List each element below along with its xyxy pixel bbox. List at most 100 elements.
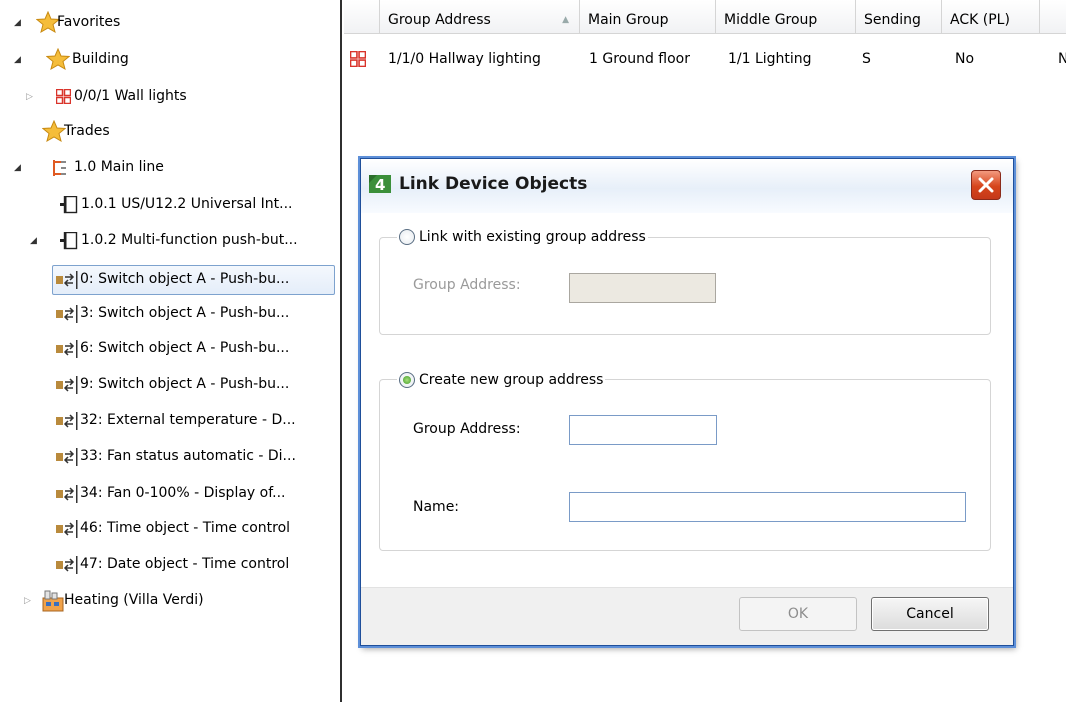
close-button[interactable]: [971, 170, 1001, 200]
collapsed-arrow-icon[interactable]: ▷: [26, 92, 36, 102]
tree-item-label: 0: Switch object A - Push-bu...: [80, 271, 290, 287]
cell-group-address: 1/1/0 Hallway lighting: [388, 51, 541, 67]
tree-item-label: Heating (Villa Verdi): [64, 592, 204, 608]
option-existing-address[interactable]: Link with existing group address: [397, 226, 648, 248]
communication-object-icon: [56, 376, 78, 394]
cell-sending: S: [862, 51, 871, 67]
tree-item-label: 1.0.1 US/U12.2 Universal Int...: [81, 196, 293, 212]
tree-item-device-1-0-2[interactable]: ◢ 1.0.2 Multi-function push-but...: [0, 228, 330, 254]
option-new-label: Create new group address: [419, 372, 604, 388]
column-header-sending[interactable]: Sending: [856, 0, 942, 34]
communication-object-icon: [56, 340, 78, 358]
tree-item-object-32[interactable]: 32: External temperature - D...: [0, 408, 330, 434]
tree-item-object-33[interactable]: 33: Fan status automatic - Di...: [0, 444, 330, 470]
close-icon: [978, 177, 994, 193]
line-icon: [53, 160, 66, 176]
tree-item-object-6[interactable]: 6: Switch object A - Push-bu...: [0, 336, 330, 362]
device-icon: [60, 196, 78, 214]
ets-app-icon: 4: [369, 175, 391, 194]
tree-panel: ◢ Favorites ◢ Building ▷ 0/0/1 Wall ligh…: [0, 0, 338, 702]
building-icon: [42, 590, 64, 612]
column-header-label: Middle Group: [724, 12, 818, 28]
tree-item-object-3[interactable]: 3: Switch object A - Push-bu...: [0, 301, 330, 327]
tree-item-label: 47: Date object - Time control: [80, 556, 290, 572]
tree-item-object-46[interactable]: 46: Time object - Time control: [0, 516, 330, 542]
group-address-icon: [56, 89, 71, 104]
tree-item-label: Trades: [64, 123, 110, 139]
column-header-group-address[interactable]: Group Address ▲: [380, 0, 580, 34]
tree-item-trades[interactable]: Trades: [0, 119, 330, 145]
column-header-icon[interactable]: [344, 0, 380, 34]
svg-text:4: 4: [375, 176, 385, 194]
tree-item-object-9[interactable]: 9: Switch object A - Push-bu...: [0, 372, 330, 398]
dialog-titlebar[interactable]: 4 Link Device Objects: [361, 159, 1013, 213]
column-header-ack[interactable]: ACK (PL): [942, 0, 1040, 34]
tree-item-label: 6: Switch object A - Push-bu...: [80, 340, 290, 356]
tree-item-label: 33: Fan status automatic - Di...: [80, 448, 296, 464]
expanded-arrow-icon[interactable]: ◢: [14, 55, 24, 65]
tree-item-device-1-0-1[interactable]: 1.0.1 US/U12.2 Universal Int...: [0, 192, 330, 218]
cell-overflow: N: [1058, 51, 1066, 67]
communication-object-icon: [56, 305, 78, 323]
existing-group-address-field[interactable]: [569, 273, 716, 303]
tree-item-label: 34: Fan 0-100% - Display of...: [80, 485, 286, 501]
star-icon: [42, 120, 66, 142]
group-address-icon: [350, 51, 366, 67]
radio-existing-address[interactable]: [399, 229, 415, 245]
column-header-main-group[interactable]: Main Group: [580, 0, 716, 34]
table-row[interactable]: 1/1/0 Hallway lighting 1 Ground floor 1/…: [344, 44, 1066, 74]
new-group-address-label: Group Address:: [413, 421, 521, 437]
communication-object-icon: [56, 556, 78, 574]
tree-item-label: 9: Switch object A - Push-bu...: [80, 376, 290, 392]
name-label: Name:: [413, 499, 460, 515]
device-icon: [60, 232, 78, 250]
dialog-title: Link Device Objects: [399, 174, 588, 194]
existing-group-address-label: Group Address:: [413, 277, 521, 293]
link-device-objects-dialog: 4 Link Device Objects Link with existing…: [360, 158, 1014, 646]
star-icon: [46, 48, 70, 70]
communication-object-icon: [56, 485, 78, 503]
tree-item-label: 46: Time object - Time control: [80, 520, 291, 536]
tree-item-label: Favorites: [57, 14, 121, 30]
column-header-overflow[interactable]: [1040, 0, 1066, 34]
option-new-address[interactable]: Create new group address: [397, 369, 606, 391]
ok-button[interactable]: OK: [739, 597, 857, 631]
table-header: Group Address ▲ Main Group Middle Group …: [344, 0, 1066, 34]
dialog-body: Link with existing group address Group A…: [361, 213, 1013, 587]
expanded-arrow-icon[interactable]: ◢: [14, 18, 24, 28]
tree-item-object-0[interactable]: 0: Switch object A - Push-bu...: [0, 267, 330, 293]
tree-item-label: 3: Switch object A - Push-bu...: [80, 305, 290, 321]
cancel-button[interactable]: Cancel: [871, 597, 989, 631]
tree-item-main-line[interactable]: ◢ 1.0 Main line: [0, 155, 330, 181]
new-address-group: [379, 379, 991, 551]
cell-main-group: 1 Ground floor: [589, 51, 691, 67]
tree-item-label: 1.0 Main line: [74, 159, 164, 175]
communication-object-icon: [56, 520, 78, 538]
tree-item-label: Building: [72, 51, 129, 67]
name-field[interactable]: [569, 492, 966, 522]
column-header-label: Group Address: [388, 12, 491, 28]
communication-object-icon: [56, 271, 78, 289]
column-header-label: Sending: [864, 12, 921, 28]
tree-item-label: 32: External temperature - D...: [80, 412, 296, 428]
tree-item-building[interactable]: ◢ Building: [0, 47, 330, 73]
column-header-middle-group[interactable]: Middle Group: [716, 0, 856, 34]
tree-item-object-34[interactable]: 34: Fan 0-100% - Display of...: [0, 481, 330, 507]
tree-item-object-47[interactable]: 47: Date object - Time control: [0, 552, 330, 578]
tree-item-favorites[interactable]: ◢ Favorites: [0, 10, 330, 36]
expanded-arrow-icon[interactable]: ◢: [30, 236, 40, 246]
column-header-label: Main Group: [588, 12, 669, 28]
new-group-address-field[interactable]: [569, 415, 717, 445]
tree-item-label: 0/0/1 Wall lights: [74, 88, 187, 104]
expanded-arrow-icon[interactable]: ◢: [14, 163, 24, 173]
communication-object-icon: [56, 448, 78, 466]
sort-ascending-icon: ▲: [562, 15, 569, 25]
tree-item-heating[interactable]: ▷ Heating (Villa Verdi): [0, 588, 330, 614]
column-header-label: ACK (PL): [950, 12, 1010, 28]
tree-item-wall-lights[interactable]: ▷ 0/0/1 Wall lights: [0, 84, 330, 110]
collapsed-arrow-icon[interactable]: ▷: [24, 596, 34, 606]
cell-ack: No: [955, 51, 975, 67]
radio-new-address[interactable]: [399, 372, 415, 388]
communication-object-icon: [56, 412, 78, 430]
tree-item-label: 1.0.2 Multi-function push-but...: [81, 232, 298, 248]
